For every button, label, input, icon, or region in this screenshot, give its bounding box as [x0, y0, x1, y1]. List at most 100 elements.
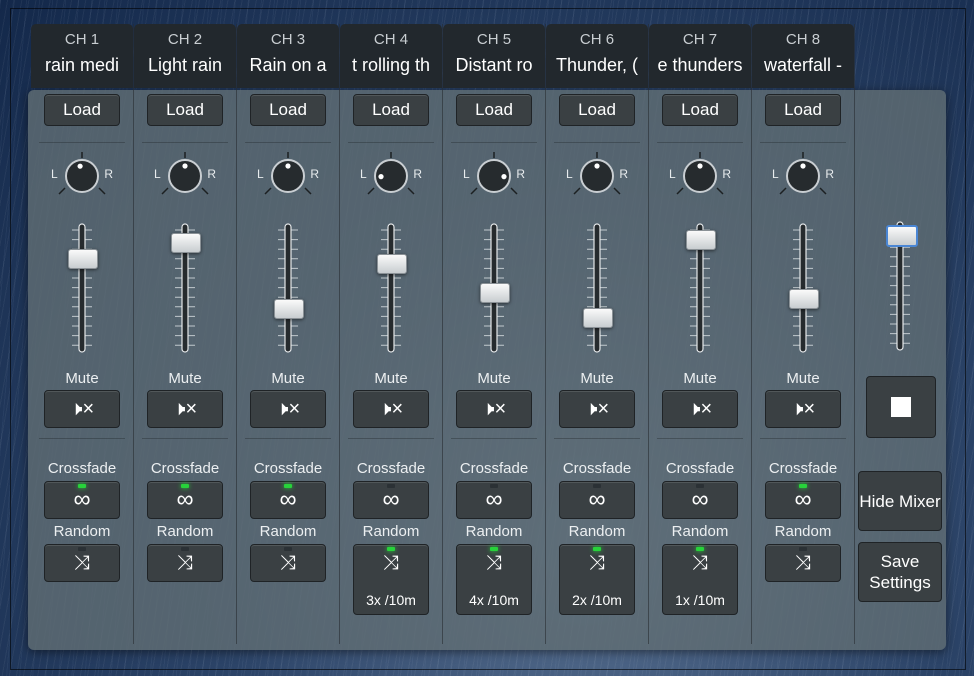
fader-handle[interactable] — [789, 288, 819, 309]
stop-icon — [891, 397, 911, 417]
random-button[interactable]: ⤨ 3x /10m — [353, 544, 429, 615]
crossfade-button[interactable]: ∞ — [559, 481, 635, 519]
fader-handle[interactable] — [68, 248, 98, 269]
pan-knob[interactable]: L R — [154, 150, 216, 196]
crossfade-button[interactable]: ∞ — [765, 481, 841, 519]
master-section: Hide Mixer Save Settings — [854, 90, 946, 650]
pan-right-label: R — [413, 167, 422, 181]
channel-number: CH 4 — [373, 31, 409, 48]
mute-button[interactable]: 🕨× — [44, 390, 120, 428]
load-button[interactable]: Load — [662, 94, 738, 126]
crossfade-button[interactable]: ∞ — [456, 481, 532, 519]
random-button[interactable]: ⤨ 4x /10m — [456, 544, 532, 615]
pan-knob[interactable]: L R — [257, 150, 319, 196]
mute-button[interactable]: 🕨× — [147, 390, 223, 428]
speaker-mute-icon: 🕨× — [687, 398, 713, 420]
channel-sound-name: Thunder, ( — [555, 55, 639, 75]
fader-handle[interactable] — [480, 283, 510, 304]
load-button[interactable]: Load — [353, 94, 429, 126]
crossfade-button[interactable]: ∞ — [353, 481, 429, 519]
crossfade-button[interactable]: ∞ — [44, 481, 120, 519]
fader-handle[interactable] — [274, 299, 304, 320]
mute-label: Mute — [477, 370, 511, 387]
channel-header: CH 5 Distant ro — [443, 24, 545, 88]
hide-mixer-button[interactable]: Hide Mixer — [858, 471, 942, 531]
channel-sound-name: waterfall - — [763, 55, 843, 75]
divider — [760, 438, 846, 439]
volume-fader[interactable] — [377, 220, 407, 356]
load-button[interactable]: Load — [765, 94, 841, 126]
random-button[interactable]: ⤨ — [250, 544, 326, 582]
stop-button[interactable] — [866, 376, 936, 438]
master-fader-handle[interactable] — [886, 225, 918, 248]
pan-knob[interactable]: L R — [51, 150, 113, 196]
divider — [142, 142, 228, 143]
volume-fader[interactable] — [480, 220, 510, 356]
pan-knob[interactable]: L R — [463, 150, 525, 196]
shuffle-icon: ⤨ — [486, 552, 502, 574]
random-frequency: 4x /10m — [469, 592, 519, 608]
crossfade-label: Crossfade — [459, 460, 529, 477]
crossfade-button[interactable]: ∞ — [662, 481, 738, 519]
shuffle-icon: ⤨ — [74, 552, 90, 574]
save-settings-button[interactable]: Save Settings — [858, 542, 942, 602]
random-button[interactable]: ⤨ — [765, 544, 841, 582]
volume-fader[interactable] — [686, 220, 716, 356]
pan-knob[interactable]: L R — [566, 150, 628, 196]
divider — [245, 438, 331, 439]
mute-button[interactable]: 🕨× — [765, 390, 841, 428]
random-label: Random — [774, 523, 832, 540]
load-button[interactable]: Load — [250, 94, 326, 126]
mute-button[interactable]: 🕨× — [559, 390, 635, 428]
channel-header: CH 7 e thunders — [649, 24, 751, 88]
load-button[interactable]: Load — [456, 94, 532, 126]
divider — [554, 438, 640, 439]
mute-button[interactable]: 🕨× — [456, 390, 532, 428]
volume-fader[interactable] — [789, 220, 819, 356]
mute-button[interactable]: 🕨× — [353, 390, 429, 428]
load-button[interactable]: Load — [44, 94, 120, 126]
random-button[interactable]: ⤨ — [147, 544, 223, 582]
volume-fader[interactable] — [171, 220, 201, 356]
master-volume-fader[interactable] — [886, 218, 918, 354]
random-button[interactable]: ⤨ 1x /10m — [662, 544, 738, 615]
crossfade-button[interactable]: ∞ — [147, 481, 223, 519]
load-button[interactable]: Load — [147, 94, 223, 126]
mute-button[interactable]: 🕨× — [250, 390, 326, 428]
divider — [451, 142, 537, 143]
channel-sound-name: e thunders — [657, 55, 743, 75]
channel-strips: CH 1 rain medi Load L R Mute 🕨× Crossfad… — [31, 24, 855, 644]
crossfade-label: Crossfade — [356, 460, 426, 477]
infinity-icon: ∞ — [176, 486, 194, 513]
pan-knob-dial — [367, 152, 415, 195]
channel-sound-name: Rain on a — [249, 55, 327, 75]
infinity-icon: ∞ — [485, 486, 503, 513]
random-button[interactable]: ⤨ 2x /10m — [559, 544, 635, 615]
random-button[interactable]: ⤨ — [44, 544, 120, 582]
fader-handle[interactable] — [583, 308, 613, 328]
channel-number: CH 2 — [167, 31, 203, 48]
pan-knob[interactable]: L R — [360, 150, 422, 196]
random-label: Random — [156, 523, 214, 540]
mute-button[interactable]: 🕨× — [662, 390, 738, 428]
channel-strip: CH 4 t rolling th Load L R Mute 🕨× Cross… — [340, 24, 443, 644]
mute-label: Mute — [65, 370, 99, 387]
divider — [39, 142, 125, 143]
fader-handle[interactable] — [171, 232, 201, 253]
random-label: Random — [671, 523, 729, 540]
pan-knob[interactable]: L R — [772, 150, 834, 196]
infinity-icon: ∞ — [691, 486, 709, 513]
pan-left-label: L — [669, 167, 676, 181]
random-led — [593, 547, 601, 551]
volume-fader[interactable] — [274, 220, 304, 356]
pan-knob[interactable]: L R — [669, 150, 731, 196]
volume-fader[interactable] — [68, 220, 98, 356]
load-button[interactable]: Load — [559, 94, 635, 126]
pan-right-label: R — [722, 167, 731, 181]
crossfade-label: Crossfade — [150, 460, 220, 477]
channel-sound-name: rain medi — [44, 55, 120, 75]
crossfade-button[interactable]: ∞ — [250, 481, 326, 519]
fader-handle[interactable] — [686, 229, 716, 250]
volume-fader[interactable] — [583, 220, 613, 356]
fader-handle[interactable] — [377, 254, 407, 275]
